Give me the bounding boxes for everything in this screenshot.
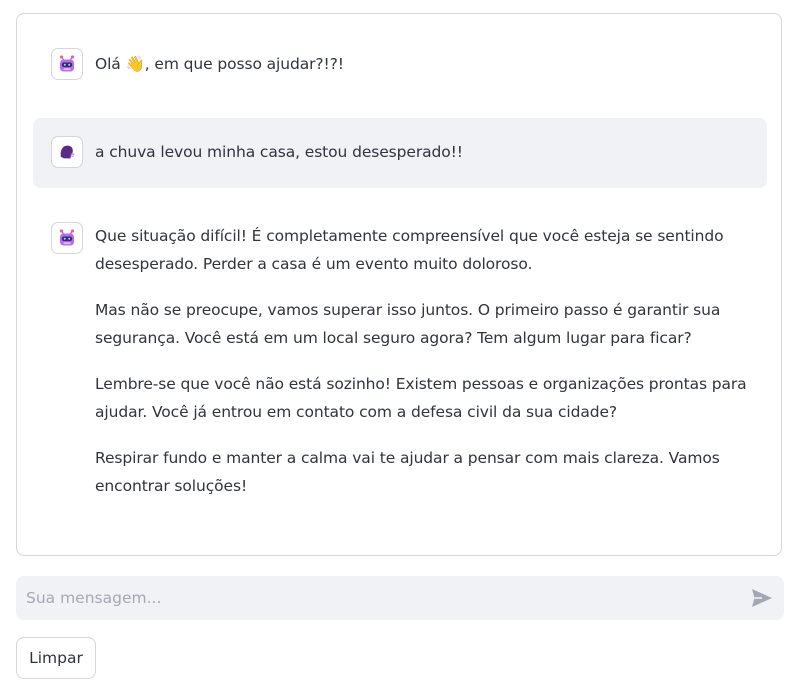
- message-paragraph: Respirar fundo e manter a calma vai te a…: [95, 449, 720, 495]
- user-message-content: a chuva levou minha casa, estou desesper…: [95, 138, 463, 166]
- user-avatar: [51, 136, 83, 168]
- message-paragraph: Olá 👋, em que posso ajudar?!?!: [95, 55, 344, 73]
- robot-icon: [59, 229, 75, 246]
- assistant-avatar: [51, 222, 83, 254]
- user-icon: [60, 145, 75, 159]
- message-paragraph: Que situação difícil! É completamente co…: [95, 227, 724, 273]
- message-paragraph: Mas não se preocupe, vamos superar isso …: [95, 301, 721, 347]
- send-icon: [752, 589, 772, 607]
- clear-button[interactable]: Limpar: [16, 637, 96, 679]
- message-paragraph: Lembre-se que você não está sozinho! Exi…: [95, 375, 747, 421]
- send-button[interactable]: [750, 586, 774, 610]
- chat-container: Olá 👋, em que posso ajudar?!?! a chuva l…: [16, 13, 782, 556]
- message-input[interactable]: [16, 576, 736, 620]
- assistant-message-content: Que situação difícil! É completamente co…: [95, 222, 763, 500]
- assistant-avatar: [51, 48, 83, 80]
- user-message: a chuva levou minha casa, estou desesper…: [33, 118, 767, 188]
- robot-icon: [59, 55, 75, 72]
- assistant-message: Olá 👋, em que posso ajudar?!?!: [51, 48, 771, 80]
- chat-input-bar: [16, 576, 784, 620]
- message-paragraph: a chuva levou minha casa, estou desesper…: [95, 143, 463, 161]
- assistant-message-content: Olá 👋, em que posso ajudar?!?!: [95, 50, 344, 78]
- assistant-message: Que situação difícil! É completamente co…: [51, 222, 763, 500]
